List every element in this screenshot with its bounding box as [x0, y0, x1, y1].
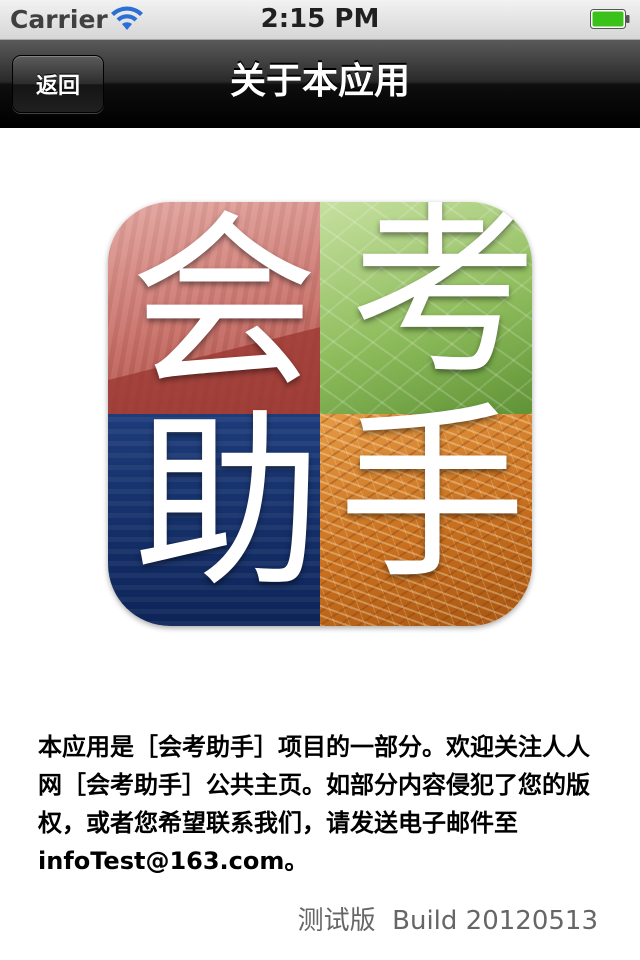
about-description: 本应用是［会考助手］项目的一部分。欢迎关注人人网［会考助手］公共主页。如部分内容…: [38, 733, 590, 875]
app-icon-image: 会 考 助 手: [108, 202, 532, 626]
icon-char-zhu: 助: [134, 394, 322, 613]
version-label: 测试版 Build 20120513: [298, 900, 598, 937]
icon-char-shou: 手: [338, 386, 526, 605]
navigation-bar: 关于本应用 返回: [0, 40, 640, 128]
back-button[interactable]: 返回: [12, 55, 104, 113]
about-screen: Carrier 2:15 PM 关于本应用 返回 会 考 助 手 本应用是［会考…: [0, 0, 640, 960]
icon-char-hui: 会: [130, 202, 318, 413]
status-bar: Carrier 2:15 PM: [0, 0, 640, 40]
icon-char-kao: 考: [350, 202, 532, 401]
status-time: 2:15 PM: [260, 4, 380, 34]
battery-icon: [590, 9, 630, 29]
version-type: 测试版: [297, 906, 376, 936]
build-number: Build 20120513: [392, 906, 598, 936]
